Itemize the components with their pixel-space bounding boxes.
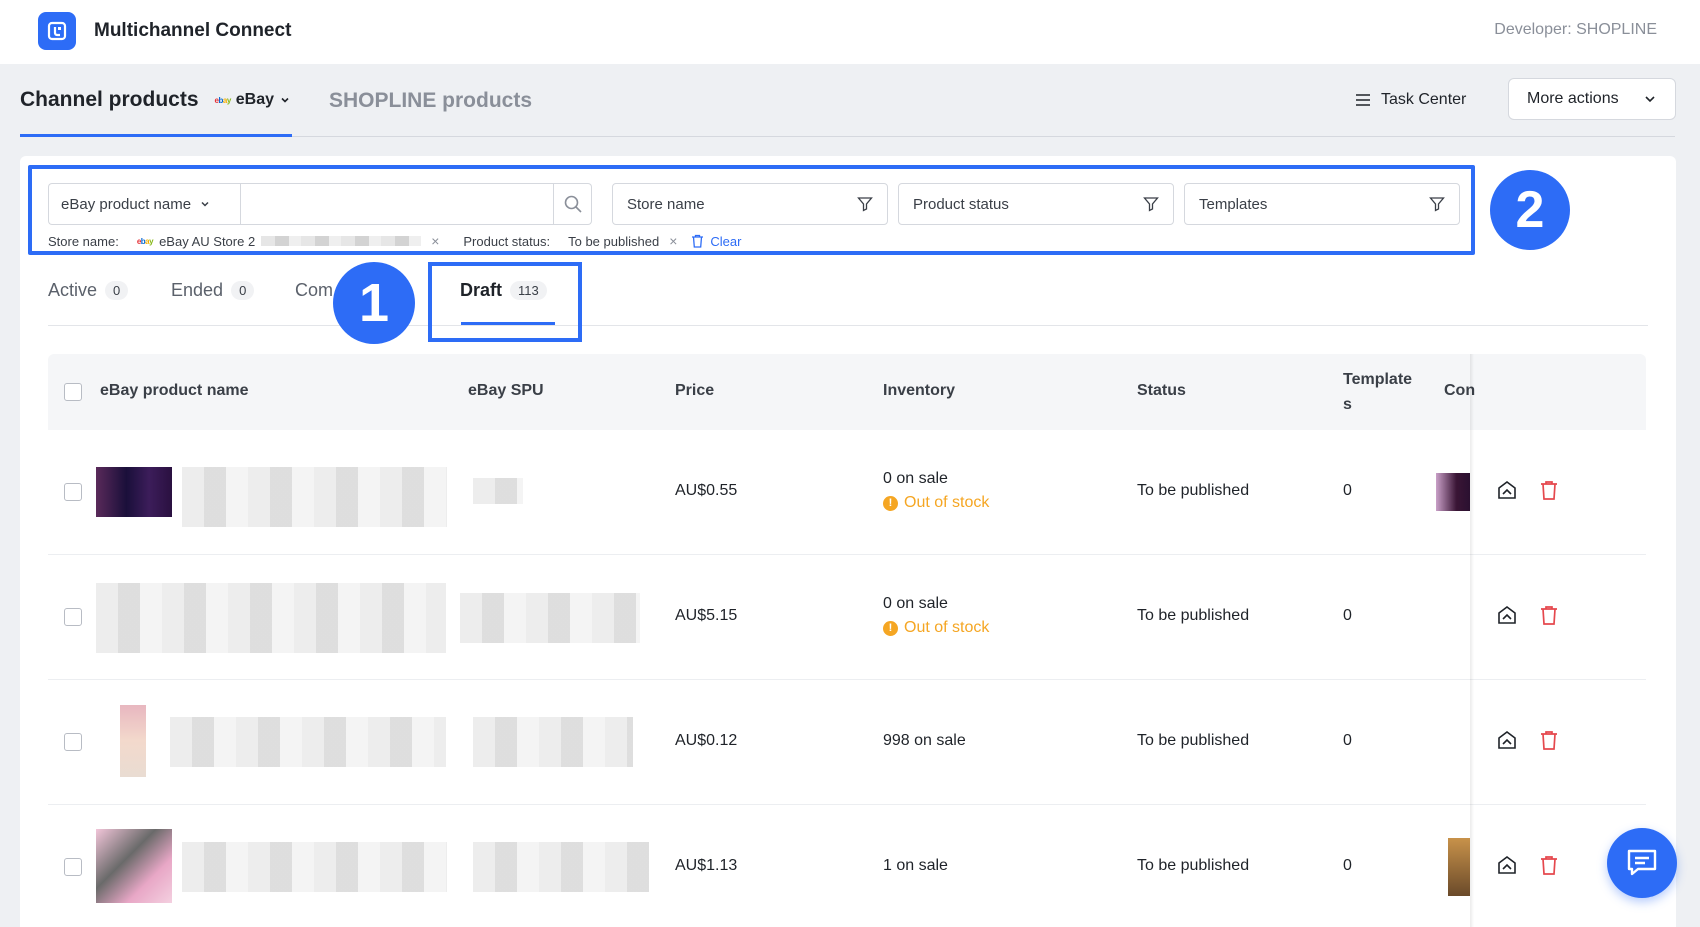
redacted-spu [460, 593, 640, 643]
row-price: AU$0.12 [675, 732, 738, 749]
table-row: AU$0.55 0 on sale ! Out of stock To be pu… [48, 430, 1646, 555]
task-center-button[interactable]: Task Center [1355, 91, 1466, 109]
row-templates: 0 [1343, 732, 1352, 749]
products-table: eBay product name eBay SPU Price Invento… [48, 354, 1646, 927]
delete-icon[interactable] [1538, 604, 1560, 626]
redacted-product-name [182, 467, 447, 527]
col-status: Status [1137, 382, 1186, 399]
table-header: eBay product name eBay SPU Price Invento… [48, 354, 1646, 430]
stock-warning-text: Out of stock [904, 494, 990, 511]
fixed-column-shadow [1470, 354, 1474, 927]
redacted-spu [473, 478, 523, 504]
row-inventory: 0 on sale [883, 470, 948, 487]
select-all-checkbox[interactable] [64, 383, 82, 401]
row-checkbox[interactable] [64, 483, 82, 501]
task-center-label: Task Center [1381, 91, 1467, 108]
stock-warning: ! Out of stock [883, 619, 989, 637]
product-thumbnail [120, 705, 146, 777]
row-checkbox[interactable] [64, 858, 82, 876]
redacted-spu [473, 717, 633, 767]
row-templates: 0 [1343, 482, 1352, 499]
publish-icon[interactable] [1496, 854, 1518, 876]
tab-channel-products-label: Channel products [20, 88, 199, 111]
tab-ended-label: Ended [171, 280, 224, 300]
row-status: To be published [1137, 482, 1250, 499]
tab-active[interactable]: Active 0 [48, 280, 129, 301]
tab-active-label: Active [48, 280, 98, 300]
delete-icon[interactable] [1538, 854, 1560, 876]
row-status: To be published [1137, 732, 1250, 749]
row-inventory: 0 on sale [883, 595, 948, 612]
publish-icon[interactable] [1496, 729, 1518, 751]
row-templates: 0 [1343, 857, 1352, 874]
col-spu: eBay SPU [468, 382, 544, 399]
redacted-spu [473, 842, 649, 892]
stock-warning: ! Out of stock [883, 494, 989, 512]
product-thumbnail [96, 467, 172, 517]
tab-completed[interactable]: Com [295, 280, 333, 301]
chat-icon [1627, 849, 1657, 876]
warning-icon: ! [883, 620, 898, 636]
col-inventory: Inventory [883, 382, 956, 399]
chevron-down-icon [281, 97, 289, 103]
row-checkbox[interactable] [64, 608, 82, 626]
row-price: AU$1.13 [675, 857, 738, 874]
app-logo-icon [38, 12, 76, 50]
row-price: AU$5.15 [675, 607, 738, 624]
tab-shopline-products[interactable]: SHOPLINE products [329, 89, 532, 113]
col-price: Price [675, 382, 715, 399]
row-inventory: 998 on sale [883, 732, 966, 749]
channel-selector-label: eBay [235, 91, 275, 108]
status-tabs: Active 0 Ended 0 Com Draft 113 [48, 270, 1648, 326]
col-templates-wrap: s [1343, 396, 1352, 413]
row-price: AU$0.55 [675, 482, 738, 499]
tab-active-count: 0 [105, 281, 129, 300]
chevron-down-icon [1645, 96, 1655, 103]
tab-channel-products[interactable]: Channel products ebay eBay [20, 88, 291, 112]
publish-icon[interactable] [1496, 604, 1518, 626]
top-bar: Multichannel Connect Developer: SHOPLINE [0, 0, 1700, 64]
developer-label: Developer: SHOPLINE [1494, 21, 1657, 38]
header-tabs: Channel products ebay eBay SHOPLINE prod… [20, 64, 1676, 137]
tab-ended[interactable]: Ended 0 [171, 280, 255, 301]
menu-icon [1356, 94, 1370, 106]
redacted-product-name [170, 717, 446, 767]
row-status: To be published [1137, 857, 1250, 874]
delete-icon[interactable] [1538, 729, 1560, 751]
col-templates: Template [1343, 371, 1413, 388]
row-checkbox[interactable] [64, 733, 82, 751]
more-actions-label: More actions [1527, 90, 1619, 107]
annotation-badge-1: 1 [333, 262, 415, 344]
publish-icon[interactable] [1496, 479, 1518, 501]
app-name: Multichannel Connect [94, 20, 292, 41]
product-thumbnail [96, 829, 172, 903]
annotation-badge-2: 2 [1490, 170, 1570, 250]
col-product-name: eBay product name [100, 382, 249, 399]
active-tab-indicator [20, 134, 292, 137]
delete-icon[interactable] [1538, 479, 1560, 501]
row-inventory: 1 on sale [883, 857, 948, 874]
row-thumbnail-partial [1448, 838, 1470, 896]
row-templates: 0 [1343, 607, 1352, 624]
ebay-logo-icon: ebay [214, 95, 232, 105]
more-actions-button[interactable]: More actions [1508, 78, 1676, 120]
redacted-product-name [182, 842, 447, 892]
channel-selector[interactable]: ebay eBay [215, 91, 292, 109]
table-row: AU$1.13 1 on sale To be published 0 [48, 805, 1646, 927]
chat-button[interactable] [1607, 828, 1677, 898]
table-row: AU$5.15 0 on sale ! Out of stock To be pu… [48, 555, 1646, 680]
row-thumbnail-partial [1436, 473, 1470, 511]
filter-highlight-box [28, 165, 1475, 255]
row-status: To be published [1137, 607, 1250, 624]
stock-warning-text: Out of stock [904, 619, 990, 636]
warning-icon: ! [883, 495, 898, 511]
tab-completed-label: Com [295, 280, 334, 300]
redacted-product-name [96, 583, 446, 653]
draft-tab-highlight-box [428, 262, 582, 342]
tab-ended-count: 0 [231, 281, 255, 300]
table-row: AU$0.12 998 on sale To be published 0 [48, 680, 1646, 805]
